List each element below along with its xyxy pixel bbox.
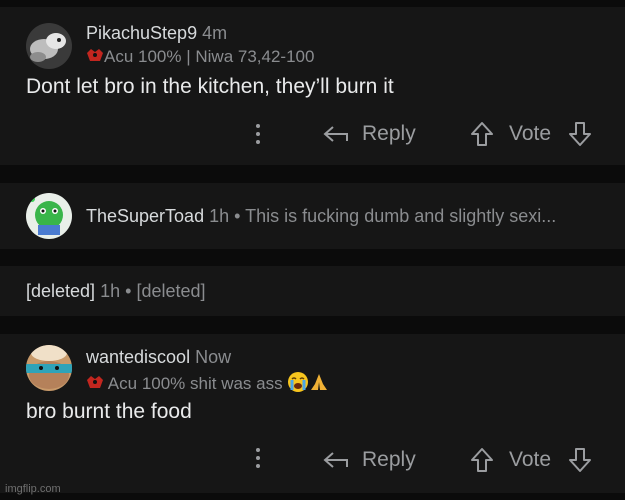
timestamp: 1h: [209, 206, 230, 226]
comment-card: wantediscool Now Acu 100% shit was ass b…: [0, 334, 625, 493]
more-vertical-icon: [256, 124, 260, 144]
collapsed-comment[interactable]: TheSuperToad 1h • This is fucking dumb a…: [0, 183, 625, 249]
flair-emblem-icon: [86, 374, 104, 395]
username: [deleted]: [26, 281, 96, 301]
reply-arrow-icon: [323, 126, 348, 142]
vote-controls: Vote: [469, 120, 593, 148]
comment-preview: [deleted]: [136, 281, 206, 301]
flair-text: Acu 100% shit was ass: [107, 373, 283, 393]
vote-label: Vote: [509, 448, 552, 471]
timestamp: 1h: [100, 281, 121, 301]
reply-button[interactable]: Reply: [322, 446, 416, 474]
comment-header: PikachuStep9 4m: [86, 23, 227, 44]
comment-header: wantediscool Now: [86, 347, 231, 368]
username[interactable]: PikachuStep9: [86, 23, 197, 43]
reply-label: Reply: [362, 448, 416, 471]
timestamp: 4m: [202, 23, 228, 43]
avatar[interactable]: [26, 23, 72, 69]
flair-emblem-icon: [86, 47, 104, 68]
more-options-button[interactable]: [250, 122, 266, 148]
user-flair: Acu 100% | Niwa 73,42-100: [86, 47, 314, 68]
vote-controls: Vote: [469, 446, 593, 474]
collapsed-header: TheSuperToad 1h • This is fucking dumb a…: [86, 206, 556, 227]
reply-button[interactable]: Reply: [322, 120, 416, 148]
comment-body: Dont let bro in the kitchen, they’ll bur…: [26, 75, 394, 98]
timestamp: Now: [195, 347, 232, 367]
downvote-arrow-icon[interactable]: [567, 121, 593, 147]
avatar[interactable]: [26, 345, 72, 391]
username[interactable]: TheSuperToad: [86, 206, 204, 226]
more-vertical-icon: [256, 448, 260, 468]
comment-card: PikachuStep9 4m Acu 100% | Niwa 73,42-10…: [0, 7, 625, 165]
upvote-arrow-icon[interactable]: [469, 447, 495, 473]
username[interactable]: wantediscool: [86, 347, 190, 367]
comment-preview: This is fucking dumb and slightly sexi..…: [245, 206, 557, 226]
crying-face-icon: [287, 371, 309, 398]
separator: •: [234, 206, 241, 226]
upvote-arrow-icon[interactable]: [469, 121, 495, 147]
downvote-arrow-icon[interactable]: [567, 447, 593, 473]
separator: •: [125, 281, 132, 301]
collapsed-comment[interactable]: [deleted] 1h • [deleted]: [0, 266, 625, 316]
flair-text: Acu 100% | Niwa 73,42-100: [104, 47, 315, 66]
avatar[interactable]: [26, 193, 72, 239]
more-options-button[interactable]: [250, 446, 266, 472]
watermark: imgflip.com: [5, 483, 61, 495]
praying-hands-icon: [309, 372, 329, 397]
reply-arrow-icon: [323, 452, 348, 468]
vote-label: Vote: [509, 122, 552, 145]
user-flair: Acu 100% shit was ass: [86, 371, 329, 398]
comment-body: bro burnt the food: [26, 400, 192, 423]
collapsed-header: [deleted] 1h • [deleted]: [26, 281, 206, 302]
reply-label: Reply: [362, 122, 416, 145]
